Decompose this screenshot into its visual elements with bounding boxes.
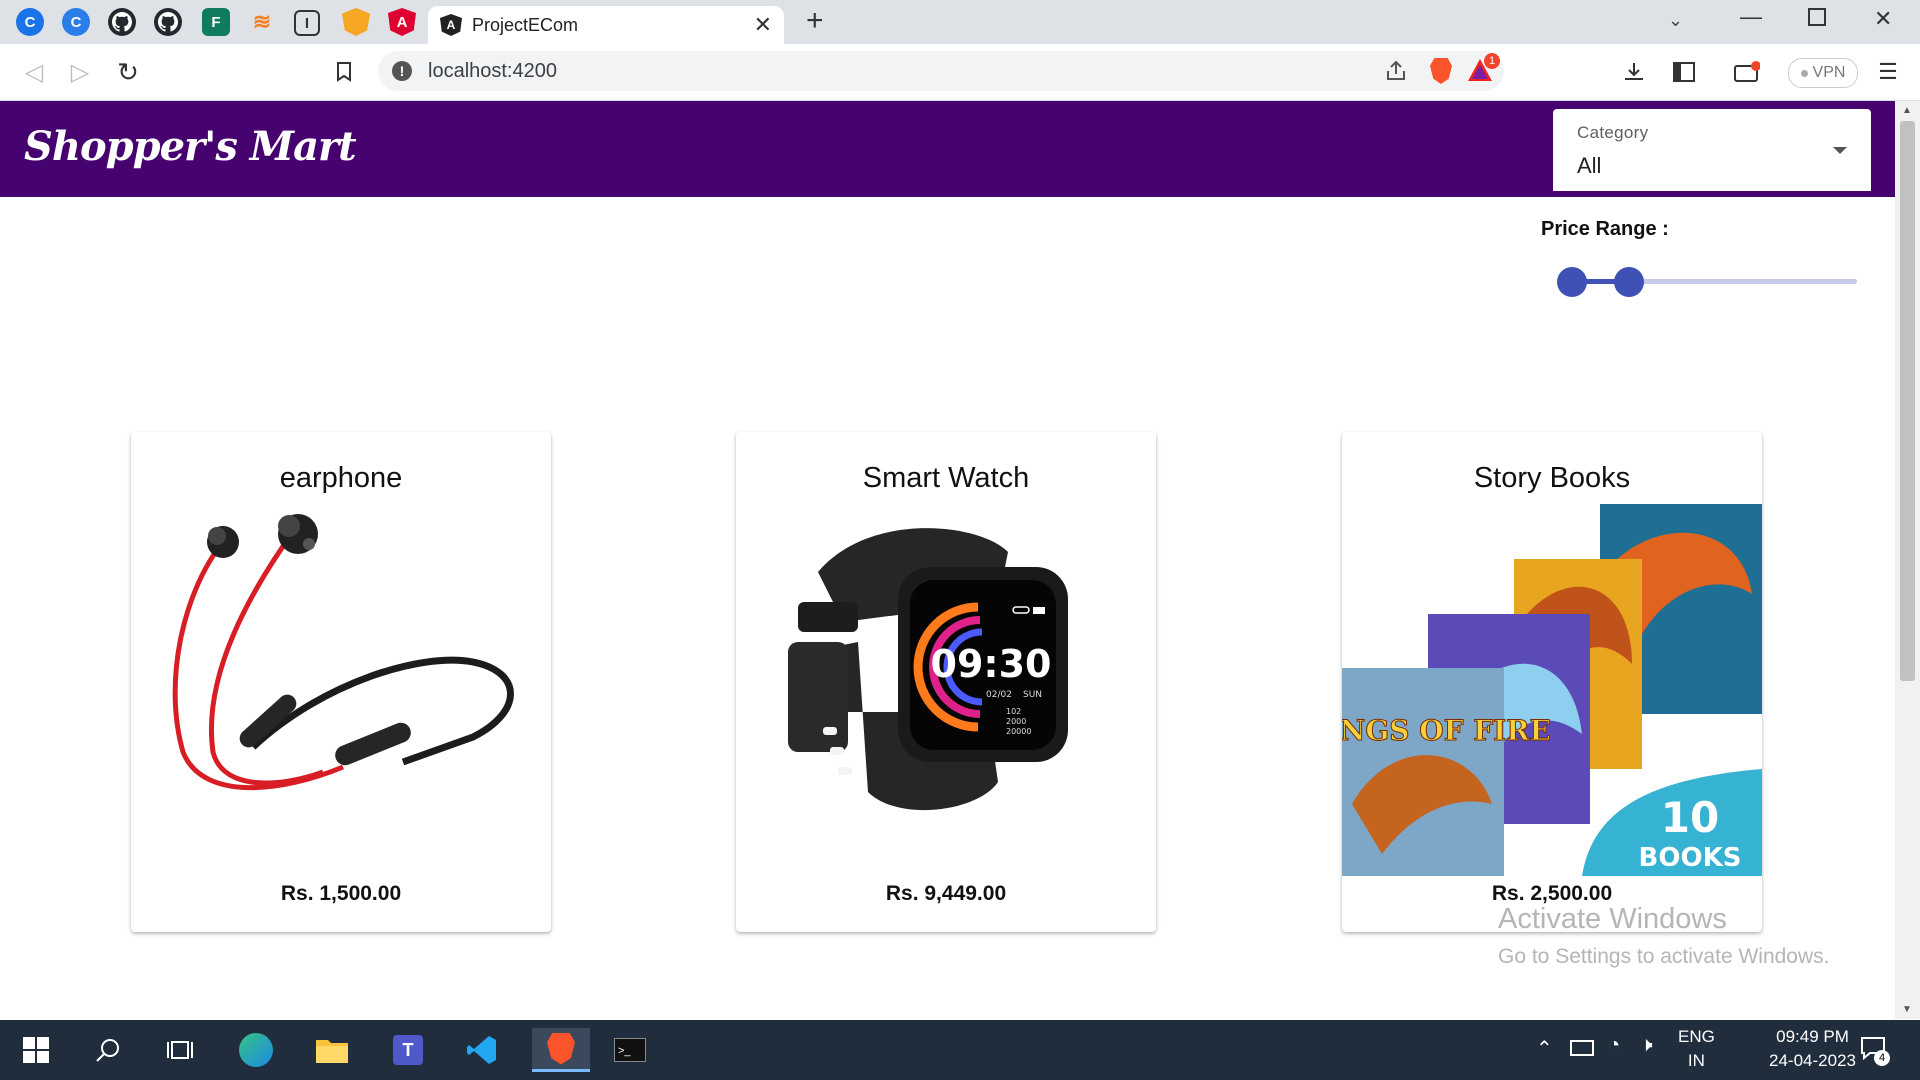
- angular-favicon-icon: A: [440, 14, 462, 36]
- brand-logo[interactable]: Shopper's Mart: [24, 123, 357, 170]
- teams-icon[interactable]: T: [384, 1028, 432, 1072]
- product-title: Story Books: [1473, 462, 1631, 494]
- download-icon[interactable]: [1620, 58, 1648, 86]
- product-title: Smart Watch: [862, 462, 1030, 494]
- watch-time: 09:30: [931, 642, 1052, 686]
- back-icon[interactable]: ◁: [20, 58, 48, 86]
- category-select[interactable]: Category All: [1553, 109, 1871, 191]
- vscode-icon[interactable]: [458, 1028, 506, 1072]
- address-bar[interactable]: ! localhost:4200 1: [378, 51, 1504, 91]
- browser-toolbar: ◁ ▷ ↻ ! localhost:4200 1 VPN ☰: [0, 44, 1920, 101]
- notification-center-icon[interactable]: 4: [1860, 1036, 1890, 1066]
- brave-rewards-icon[interactable]: 1: [1468, 53, 1500, 85]
- tab-projectecom[interactable]: A ProjectECom ✕: [428, 6, 784, 44]
- url-text: localhost:4200: [428, 60, 557, 82]
- share-icon[interactable]: [1384, 59, 1408, 88]
- pinned-tab-stackoverflow-icon[interactable]: ≋: [248, 8, 276, 36]
- scrollbar-thumb[interactable]: [1900, 121, 1915, 681]
- new-tab-icon[interactable]: +: [806, 4, 824, 38]
- vpn-status-dot-icon: [1800, 69, 1808, 77]
- product-price: Rs. 9,449.00: [885, 882, 1007, 905]
- edge-browser-icon[interactable]: [232, 1028, 280, 1072]
- battery-icon[interactable]: [1570, 1040, 1594, 1056]
- brave-shields-icon[interactable]: [1430, 58, 1452, 84]
- dropdown-arrow-icon[interactable]: [1833, 147, 1847, 154]
- wallet-icon[interactable]: [1730, 58, 1764, 86]
- watch-stat: 102: [1006, 707, 1021, 716]
- product-card[interactable]: earphone Rs. 1,500.00: [131, 432, 551, 932]
- pinned-tab-c-icon[interactable]: C: [16, 8, 44, 36]
- pinned-tab-shield-icon[interactable]: [342, 8, 370, 36]
- restore-icon[interactable]: [1808, 8, 1826, 26]
- pinned-tab-github-icon[interactable]: [108, 8, 136, 36]
- tab-search-chevron-icon[interactable]: ⌄: [1668, 10, 1683, 31]
- books-count-label: BOOKS: [1639, 843, 1742, 873]
- price-range-label: Price Range :: [1541, 218, 1669, 240]
- smart-watch-image: 09:30 02/02 SUN 102 2000 20000: [788, 528, 1068, 811]
- app-header: Shopper's Mart Category All: [0, 101, 1895, 197]
- pinned-tab-terminal-icon[interactable]: I: [294, 10, 320, 36]
- vpn-button[interactable]: VPN: [1788, 58, 1858, 88]
- windows-taskbar: T >_ ⌃ ◔ 🕨 ENG IN 09:49 PM 24-04-2023 4: [0, 1020, 1920, 1080]
- browser-tab-strip: C C F ≋ I A A ProjectECom ✕ + ⌄ — ✕: [0, 0, 1920, 44]
- book-cover-title: WINGS OF FIRE: [1342, 714, 1551, 747]
- category-label: Category: [1577, 123, 1649, 142]
- pinned-tab-github-icon[interactable]: [154, 8, 182, 36]
- close-window-icon[interactable]: ✕: [1874, 6, 1892, 32]
- reload-icon[interactable]: ↻: [114, 57, 142, 87]
- watch-stat: 20000: [1006, 727, 1031, 736]
- minimize-icon[interactable]: —: [1740, 4, 1762, 30]
- wings-of-fire-books-image: WINGS OF FIRE 10 BOOKS: [1342, 504, 1762, 876]
- wifi-icon[interactable]: ◔: [1608, 1034, 1620, 1057]
- region-code: IN: [1687, 1051, 1705, 1070]
- tab-title: ProjectECom: [472, 15, 579, 35]
- forward-icon[interactable]: ▷: [66, 58, 94, 86]
- product-price: Rs. 1,500.00: [280, 882, 402, 905]
- terminal-icon[interactable]: >_: [606, 1028, 654, 1072]
- activate-windows-subtitle: Go to Settings to activate Windows.: [1498, 945, 1830, 968]
- category-value: All: [1577, 153, 1602, 178]
- volume-muted-icon[interactable]: 🕨: [1640, 1034, 1653, 1057]
- close-tab-icon[interactable]: ✕: [754, 12, 772, 38]
- product-card[interactable]: Story Books WINGS OF FIRE 10 BOOKS Rs. 2…: [1342, 432, 1762, 932]
- sidebar-icon[interactable]: [1670, 58, 1698, 86]
- language-code: ENG: [1678, 1027, 1715, 1046]
- brave-browser-icon[interactable]: [532, 1028, 590, 1072]
- product-title: earphone: [279, 462, 403, 494]
- neckband-earphone-image: [172, 514, 514, 791]
- pinned-tab-sheets-icon[interactable]: F: [202, 8, 230, 36]
- rewards-badge: 1: [1484, 53, 1500, 69]
- notification-count: 4: [1874, 1050, 1890, 1066]
- price-range-min-thumb[interactable]: [1557, 267, 1587, 297]
- watch-stat: 2000: [1006, 717, 1026, 726]
- tray-chevron-icon[interactable]: ⌃: [1536, 1036, 1553, 1061]
- scroll-down-icon[interactable]: ▼: [1902, 1004, 1912, 1015]
- pinned-tab-c-icon[interactable]: C: [62, 8, 90, 36]
- bookmark-icon[interactable]: [330, 58, 358, 86]
- watch-date: 02/02: [986, 690, 1012, 700]
- task-view-icon[interactable]: [156, 1028, 204, 1072]
- start-windows-icon[interactable]: [12, 1028, 60, 1072]
- activate-windows-title: Activate Windows: [1498, 903, 1727, 935]
- site-info-icon[interactable]: !: [392, 61, 412, 81]
- menu-icon[interactable]: ☰: [1876, 58, 1900, 86]
- language-indicator[interactable]: ENG IN: [1678, 1027, 1715, 1071]
- watch-day: SUN: [1023, 690, 1042, 700]
- books-count-number: 10: [1661, 793, 1719, 842]
- page-scrollbar[interactable]: ▲ ▼: [1895, 101, 1920, 1019]
- search-icon[interactable]: [84, 1028, 132, 1072]
- product-card[interactable]: Smart Watch 09:30 02/02 SUN 102 2000 200…: [736, 432, 1156, 932]
- pinned-tab-angular-icon[interactable]: A: [388, 8, 416, 36]
- file-explorer-icon[interactable]: [308, 1028, 356, 1072]
- scroll-up-icon[interactable]: ▲: [1902, 105, 1912, 116]
- price-range-max-thumb[interactable]: [1614, 267, 1644, 297]
- vpn-label: VPN: [1812, 64, 1846, 81]
